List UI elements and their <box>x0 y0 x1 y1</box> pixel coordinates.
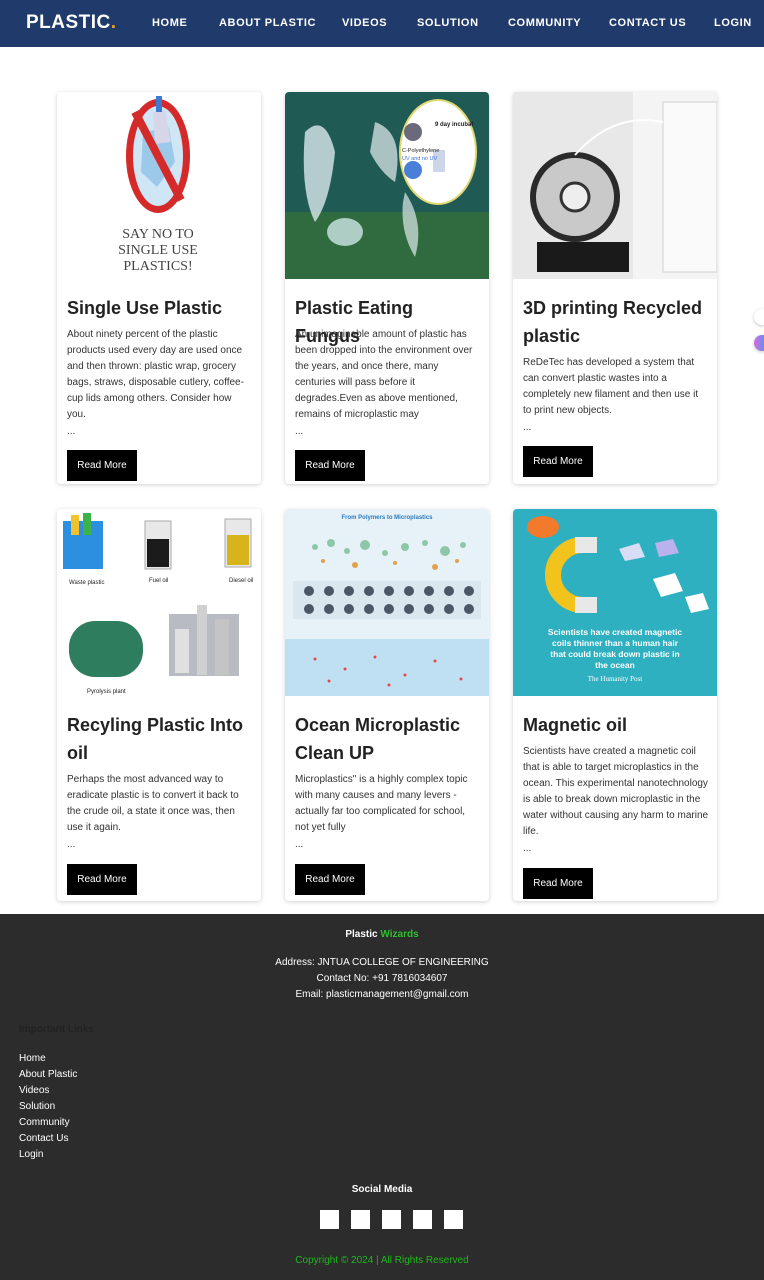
read-more-button[interactable]: Read More <box>523 868 593 899</box>
say-no-text-2: SINGLE USE <box>118 243 198 258</box>
magnetic-headline-4: the ocean <box>595 660 635 670</box>
footer-link-community[interactable]: Community <box>19 1117 70 1128</box>
card-magnetic-oil: Scientists have created magnetic coils t… <box>513 509 717 901</box>
footer-link-login[interactable]: Login <box>19 1149 43 1160</box>
magnetic-headline-1: Scientists have created magnetic <box>548 627 682 637</box>
pyro-label-fuel: Fuel oil <box>149 578 168 584</box>
copyright-text: Copyright © 2024 | All Rights Reserved <box>295 1255 469 1266</box>
card-ellipsis: ... <box>523 843 532 854</box>
magnetic-source: The Humanity Post <box>588 675 642 683</box>
read-more-button[interactable]: Read More <box>67 864 137 895</box>
read-more-button[interactable]: Read More <box>523 446 593 477</box>
card-plastic-eating-fungus: 9 day incubat C-Polyethylene UV and no U… <box>285 92 489 484</box>
pyro-label-waste: Waste plastic <box>69 580 104 586</box>
nav-videos[interactable]: VIDEOS <box>342 17 387 29</box>
side-widget-top[interactable] <box>754 309 764 325</box>
pyro-label-diesel: Diesel oil <box>229 578 253 584</box>
card-description: Perhaps the most advanced way to eradica… <box>67 774 239 833</box>
footer-link-solution[interactable]: Solution <box>19 1101 55 1112</box>
nav-about-plastic[interactable]: ABOUT PLASTIC <box>219 17 316 29</box>
brand-logo[interactable]: PLASTIC. <box>26 12 117 34</box>
footer-contact: Contact No: +91 7816034607 <box>316 973 448 984</box>
card-ellipsis: ... <box>523 422 532 433</box>
side-widget-bottom[interactable] <box>754 335 764 351</box>
important-links-heading: Important Links <box>19 1024 95 1035</box>
card-image-3d-printer <box>513 92 717 279</box>
social-icon-4[interactable] <box>413 1210 432 1229</box>
card-title: Ocean Microplastic Clean UP <box>295 715 461 763</box>
nav-solution[interactable]: SOLUTION <box>417 17 479 29</box>
nav-login[interactable]: LOGIN <box>714 17 752 29</box>
social-icon-2[interactable] <box>351 1210 370 1229</box>
card-image-microplastics: From Polymers to Microplastics <box>285 509 489 696</box>
social-icon-5[interactable] <box>444 1210 463 1229</box>
card-ellipsis: ... <box>295 839 304 850</box>
read-more-button[interactable]: Read More <box>295 450 365 481</box>
footer-brand: Plastic Wizards <box>345 929 419 940</box>
footer-address: Address: JNTUA COLLEGE OF ENGINEERING <box>275 957 489 968</box>
card-single-use-plastic: SAY NO TO SINGLE USE PLASTICS! Single Us… <box>57 92 261 484</box>
say-no-text-1: SAY NO TO <box>122 227 194 242</box>
card-title: Single Use Plastic <box>67 298 223 318</box>
card-ellipsis: ... <box>295 426 304 437</box>
footer-link-about-plastic[interactable]: About Plastic <box>19 1069 77 1080</box>
card-description: Scientists have created a magnetic coil … <box>523 746 709 837</box>
social-icon-1[interactable] <box>320 1210 339 1229</box>
card-description: ReDeTec has developed a system that can … <box>523 357 699 416</box>
magnetic-headline-2: coils thinner than a human hair <box>552 638 679 648</box>
nav-home[interactable]: HOME <box>152 17 187 29</box>
fungus-label-1: 9 day incubat <box>435 122 473 128</box>
nav-community[interactable]: COMMUNITY <box>508 17 581 29</box>
card-description: Microplastics" is a highly complex topic… <box>295 774 468 833</box>
read-more-button[interactable]: Read More <box>67 450 137 481</box>
card-ellipsis: ... <box>67 426 76 437</box>
social-icon-3[interactable] <box>382 1210 401 1229</box>
card-image-pyrolysis: Waste plastic Fuel oil Diesel oil Pyroly… <box>57 509 261 696</box>
card-description: An unimaginable amount of plastic has be… <box>295 329 473 420</box>
footer-email: Email: plasticmanagement@gmail.com <box>295 989 469 1000</box>
fungus-label-3: UV and no UV <box>402 156 437 162</box>
card-3d-printing: 3D printing Recycled plastic ReDeTec has… <box>513 92 717 484</box>
social-media-heading: Social Media <box>351 1184 413 1195</box>
footer-link-home[interactable]: Home <box>19 1053 46 1064</box>
fungus-label-2: C-Polyethylene <box>402 148 439 154</box>
card-title: 3D printing Recycled plastic <box>523 298 703 346</box>
pyro-label-plant: Pyrolysis plant <box>87 689 126 695</box>
top-navbar: PLASTIC. HOME ABOUT PLASTIC VIDEOS SOLUT… <box>0 0 764 47</box>
read-more-button[interactable]: Read More <box>295 864 365 895</box>
card-title: Magnetic oil <box>523 715 628 735</box>
card-ellipsis: ... <box>67 839 76 850</box>
card-image-say-no: SAY NO TO SINGLE USE PLASTICS! <box>57 92 261 279</box>
footer-link-contact-us[interactable]: Contact Us <box>19 1133 68 1144</box>
footer-link-videos[interactable]: Videos <box>19 1085 49 1096</box>
card-title: Recyling Plastic Into oil <box>67 715 244 763</box>
card-description: About ninety percent of the plastic prod… <box>67 329 244 420</box>
card-recycling-into-oil: Waste plastic Fuel oil Diesel oil Pyroly… <box>57 509 261 901</box>
nav-contact-us[interactable]: CONTACT US <box>609 17 686 29</box>
magnetic-headline-3: that could break down plastic in <box>550 649 679 659</box>
say-no-text-3: PLASTICS! <box>123 259 192 274</box>
card-ocean-microplastic: From Polymers to Microplastics Ocean Mic… <box>285 509 489 901</box>
card-image-magnetic-coil: Scientists have created magnetic coils t… <box>513 509 717 696</box>
microplastic-header: From Polymers to Microplastics <box>341 515 433 521</box>
card-image-fungus: 9 day incubat C-Polyethylene UV and no U… <box>285 92 489 279</box>
